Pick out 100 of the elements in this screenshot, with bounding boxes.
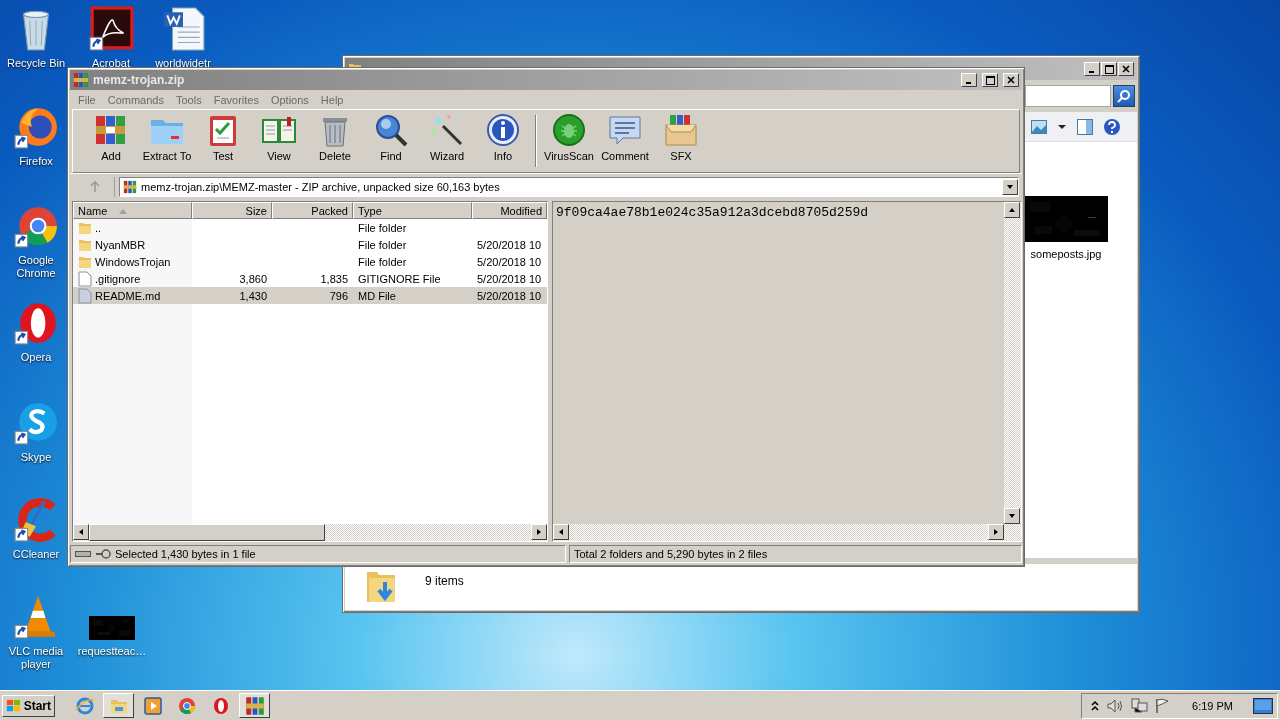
close-button[interactable] — [1118, 62, 1134, 76]
menu-item[interactable]: Help — [314, 93, 350, 106]
browser-icon — [74, 695, 95, 716]
table-cell-text: MD File — [357, 289, 397, 302]
table-cell-text: 5/20/2018 10 — [476, 255, 543, 268]
minimize-button[interactable] — [1084, 62, 1100, 76]
scroll-left-button[interactable] — [553, 524, 569, 540]
toolbar-button[interactable]: Extract To — [139, 112, 195, 170]
sort-arrow-icon — [119, 207, 128, 214]
scroll-right-button[interactable] — [531, 524, 547, 540]
archive-icon — [123, 179, 137, 194]
file-name: WindowsTrojan — [95, 255, 171, 268]
column-header[interactable]: Modified — [472, 202, 547, 219]
scroll-up-button[interactable] — [1004, 202, 1020, 218]
icon-label: Recycle Bin — [6, 57, 66, 70]
table-cell-text: 1,835 — [319, 272, 349, 285]
table-cell-text: 5/20/2018 10 — [476, 272, 543, 285]
column-header[interactable]: Packed — [272, 202, 353, 219]
horizontal-scrollbar[interactable] — [553, 524, 1021, 541]
ring-icon — [13, 300, 59, 346]
icon-label: Google Chrome — [15, 254, 57, 280]
search-field[interactable] — [1025, 85, 1111, 107]
toolbar-button[interactable]: Find — [363, 112, 419, 170]
table-cell-text: File folder — [357, 238, 408, 251]
preview-pane-icon[interactable] — [1077, 118, 1093, 135]
search-button[interactable] — [1113, 85, 1135, 107]
toolbar-button[interactable]: Wizard — [419, 112, 475, 170]
maximize-button[interactable] — [1101, 62, 1117, 76]
vertical-scrollbar[interactable] — [1004, 202, 1021, 524]
icon-label: worldwidetr — [155, 57, 211, 70]
toolbar-button[interactable]: Delete — [307, 112, 363, 170]
horizontal-scrollbar[interactable] — [73, 524, 547, 541]
archive-icon — [73, 72, 89, 88]
image-view-icon[interactable] — [1031, 119, 1047, 134]
start-button[interactable]: Start — [2, 694, 55, 717]
status-text: Selected 1,430 bytes in 1 file — [115, 548, 256, 560]
menu-item[interactable]: File — [72, 93, 102, 106]
menu-item[interactable]: Commands — [101, 93, 170, 106]
file-row[interactable]: .gitignore 3,860 1,835 GITIGNORE File 5/20/2018 10 — [73, 270, 547, 287]
taskbar-button[interactable] — [103, 693, 134, 718]
archive-books-icon — [244, 695, 265, 716]
file-name: NyanMBR — [95, 238, 146, 251]
maximize-icon — [985, 75, 995, 85]
folder-icon — [78, 254, 92, 269]
scroll-left-button[interactable] — [73, 524, 89, 540]
arrow-left-icon — [77, 528, 85, 536]
file-icon — [78, 287, 92, 304]
file-name[interactable]: someposts.jpg — [1030, 248, 1102, 260]
dropdown-button[interactable] — [1002, 178, 1018, 195]
speaker-icon[interactable] — [1106, 697, 1125, 714]
icon-label: VLC media player — [7, 645, 65, 671]
drive-icon — [75, 550, 91, 558]
menu-item[interactable]: Options — [264, 93, 315, 106]
caret-icon[interactable] — [1057, 122, 1067, 131]
scroll-right-button[interactable] — [988, 524, 1004, 540]
table-cell-text: File folder — [357, 255, 408, 268]
minimize-button[interactable] — [961, 73, 977, 87]
flag-icon[interactable] — [1154, 697, 1171, 714]
path-field[interactable]: memz-trojan.zip\MEMZ-master - ZIP archive, unpacked size 60,163 bytes — [119, 176, 1019, 197]
column-header[interactable]: Name — [73, 202, 192, 219]
table-cell-text: 5/20/2018 10 — [476, 289, 543, 302]
file-name: README.md — [95, 289, 161, 302]
toolbar-button[interactable]: VirusScan — [541, 112, 597, 170]
maximize-button[interactable] — [982, 73, 998, 87]
file-row[interactable]: WindowsTrojan File folder 5/20/2018 10 — [73, 253, 547, 270]
search-icon — [373, 112, 409, 148]
file-row[interactable]: README.md 1,430 796 MD File 5/20/2018 10 — [73, 287, 547, 304]
file-row[interactable]: .. File folder — [73, 219, 547, 236]
show-desktop-icon[interactable] — [1253, 697, 1273, 714]
column-header[interactable]: Size — [192, 202, 272, 219]
preview-text: 9f09ca4ae78b1e024c35a912a3dcebd8705d259d — [555, 204, 870, 222]
magic-wand-icon — [429, 112, 465, 148]
toolbar-button[interactable]: Comment — [597, 112, 653, 170]
broom-icon — [13, 497, 59, 543]
toolbar-button[interactable]: Add — [83, 112, 139, 170]
chevron-up-icon[interactable] — [1090, 699, 1101, 712]
close-icon — [1007, 76, 1015, 84]
toolbar-button[interactable]: SFX — [653, 112, 709, 170]
up-arrow-icon — [88, 180, 101, 193]
status-text: Total 2 folders and 5,290 bytes in 2 files — [574, 548, 768, 560]
arrow-right-icon — [535, 528, 543, 536]
help-icon[interactable] — [1103, 117, 1121, 136]
caret-icon — [1006, 182, 1014, 191]
column-header[interactable]: Type — [353, 202, 472, 219]
toolbar-button[interactable]: Info — [475, 112, 531, 170]
network-icon[interactable] — [1130, 697, 1149, 714]
toolbar-button[interactable]: Test — [195, 112, 251, 170]
taskbar-button[interactable] — [239, 693, 270, 718]
windows-logo-icon — [6, 697, 22, 714]
scroll-down-button[interactable] — [1004, 508, 1020, 524]
icon-label: CCleaner — [12, 548, 60, 561]
close-button[interactable] — [1003, 73, 1019, 87]
toolbar-button[interactable]: View — [251, 112, 307, 170]
scroll-thumb[interactable] — [89, 524, 325, 541]
menu-item[interactable]: Favorites — [207, 93, 265, 106]
table-cell-text: 1,430 — [238, 289, 268, 302]
menu-item[interactable]: Tools — [170, 93, 208, 106]
info-icon — [485, 112, 521, 148]
table-cell-text: GITIGNORE File — [357, 272, 442, 285]
file-row[interactable]: NyanMBR File folder 5/20/2018 10 — [73, 236, 547, 253]
